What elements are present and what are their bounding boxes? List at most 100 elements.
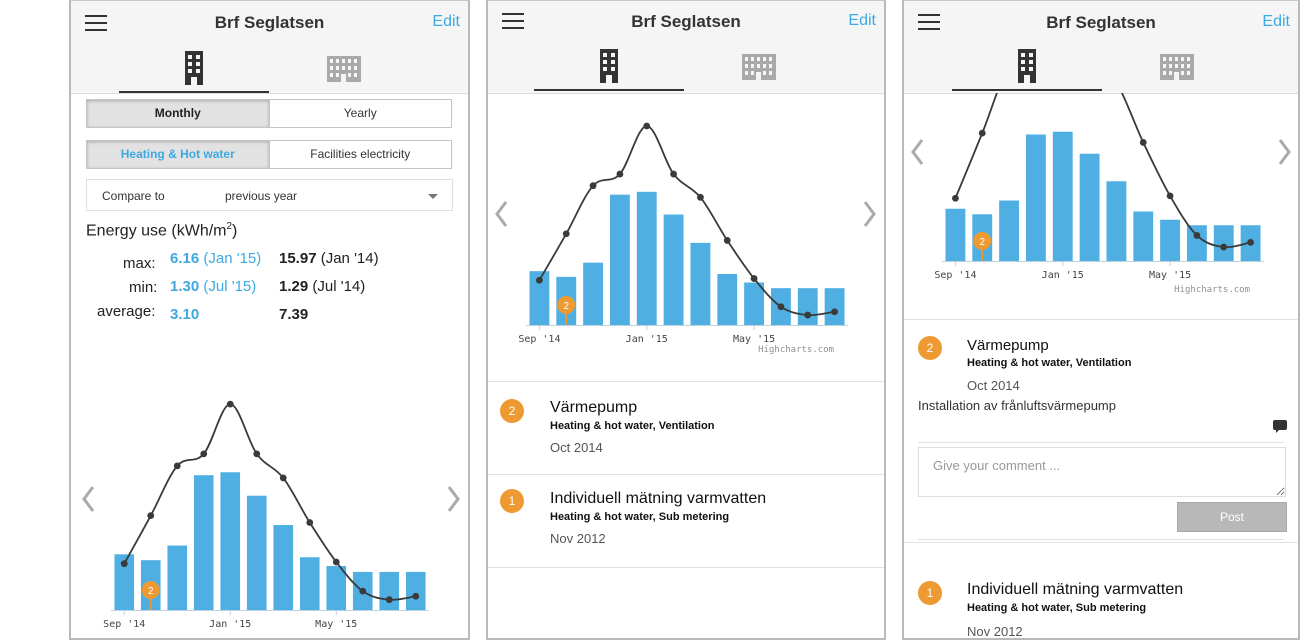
chart-point [804,311,812,319]
building-group-icon [1160,54,1194,80]
compare-select[interactable]: Compare to previous year [86,179,453,211]
event-number-badge: 1 [918,581,942,605]
comment-icon[interactable] [1273,420,1287,433]
chevron-right-icon[interactable] [1278,138,1292,166]
chevron-left-icon[interactable] [910,138,924,166]
chart-bar [797,288,818,325]
event-number-badge: 2 [918,336,942,360]
chart-bar [636,191,657,325]
chart-point [147,512,155,520]
chart-point [200,450,208,458]
compare-label: Compare to [102,189,165,203]
chart-point [589,182,597,190]
chart-bar [609,194,630,325]
page-title: Brf Seglatsen [1046,13,1156,32]
post-button[interactable]: Post [1177,502,1287,532]
event-item[interactable]: 2 Värmepump Heating & hot water, Ventila… [488,381,884,475]
event-subtitle: Heating & hot water, Ventilation [967,357,1132,369]
app-header: Brf Seglatsen Edit [488,1,884,94]
chevron-right-icon[interactable] [447,485,461,513]
stat-label: max: [123,255,156,272]
chart-svg: Sep '14 Jan '15 May '15 2 Highcharts.com [934,1,1264,295]
building-single-icon [600,49,618,83]
tab-multiple-buildings[interactable] [269,43,419,93]
electricity-option[interactable]: Facilities electricity [268,141,452,168]
tab-single-building[interactable] [534,41,684,91]
event-number-badge: 2 [500,399,524,423]
x-tick-label: May '15 [315,619,357,630]
chart-point [306,519,314,526]
chart-point [253,450,261,458]
chart-point [279,474,287,482]
stat-current-value: 3.10 [170,306,200,323]
chart-point [173,462,181,470]
stat-previous-period: (Jan '14) [320,250,379,267]
chart-bar [663,214,684,325]
tab-single-building[interactable] [119,43,269,93]
edit-button[interactable]: Edit [1262,13,1290,31]
chart-bar [273,525,294,610]
monthly-option[interactable]: Monthly [87,100,269,127]
chevron-left-icon[interactable] [494,200,508,228]
chart-bar [717,274,738,325]
event-subtitle: Heating & hot water, Sub metering [967,602,1147,614]
tab-multiple-buildings[interactable] [1102,41,1252,91]
chart-point [1247,238,1254,246]
chart-point [1139,139,1147,146]
yearly-option[interactable]: Yearly [268,100,452,127]
chart-credit: Highcharts.com [1174,285,1250,295]
tab-multiple-buildings[interactable] [684,41,834,91]
chevron-right-icon[interactable] [863,200,877,228]
page-title: Brf Seglatsen [214,13,325,32]
event-date: Nov 2012 [550,531,606,546]
stat-previous: 15.97 (Jan '14) [279,250,379,267]
chart-bar [246,495,267,610]
chart-bar [1025,134,1046,261]
event-title: Individuell mätning varmvatten [550,490,767,507]
x-tick-label: May '15 [1149,270,1191,281]
edit-button[interactable]: Edit [432,13,460,31]
energy-chart: Sep '14 Jan '15 May '15 2 Highcharts.com [934,1,1268,308]
tab-single-building[interactable] [952,41,1102,91]
app-header: Brf Seglatsen Edit [904,1,1298,94]
compare-value: previous year [225,189,298,203]
chevron-left-icon[interactable] [81,485,95,513]
event-marker-label: 2 [563,301,569,312]
chart-bar [405,571,426,610]
energy-heading: Energy use (kWh/m2) [86,221,237,240]
x-tick-label: Sep '14 [934,270,976,281]
chart-point [952,194,959,202]
chart-bar [1186,225,1207,261]
chart-point [723,237,731,244]
chart-bar [824,288,845,325]
stat-previous: 7.39 [279,306,308,323]
chart-point [1220,243,1228,251]
chart-point [978,129,986,137]
stat-current-period: (Jul '15) [203,278,257,295]
event-item[interactable]: 1 Individuell mätning varmvatten Heating… [904,557,1298,638]
stat-current: 3.10 [170,306,199,323]
chart-bar [167,545,188,610]
stat-previous-value: 1.29 [279,278,309,295]
chart-bar [326,566,347,610]
chart-point [643,122,651,130]
screen-dashboard: Brf Seglatsen Edit Monthly Yearly Heatin… [69,0,470,640]
stat-current-period: (Jan '15) [203,250,262,267]
comment-input[interactable] [918,447,1286,497]
chart-bar [1106,181,1127,261]
chart-bar [379,571,400,610]
chart-bar [945,208,966,261]
edit-button[interactable]: Edit [848,12,876,30]
stat-current: 6.16 (Jan '15) [170,250,261,267]
screen-event-detail: Brf Seglatsen Edit Sep '14 Jan '15 May '15… [902,0,1300,640]
event-date: Oct 2014 [967,378,1020,393]
chart-point [359,587,367,595]
x-tick-label: Sep '14 [518,334,560,345]
event-item[interactable]: 1 Individuell mätning varmvatten Heating… [488,473,884,568]
building-group-icon [327,56,361,82]
x-tick-label: Sep '14 [103,619,145,630]
screen-chart-events: Brf Seglatsen Edit Sep '14 Jan '15 May '15… [486,0,886,640]
heating-option[interactable]: Heating & Hot water [87,141,269,168]
building-group-icon [742,54,776,80]
event-subtitle: Heating & hot water, Sub metering [550,511,730,523]
